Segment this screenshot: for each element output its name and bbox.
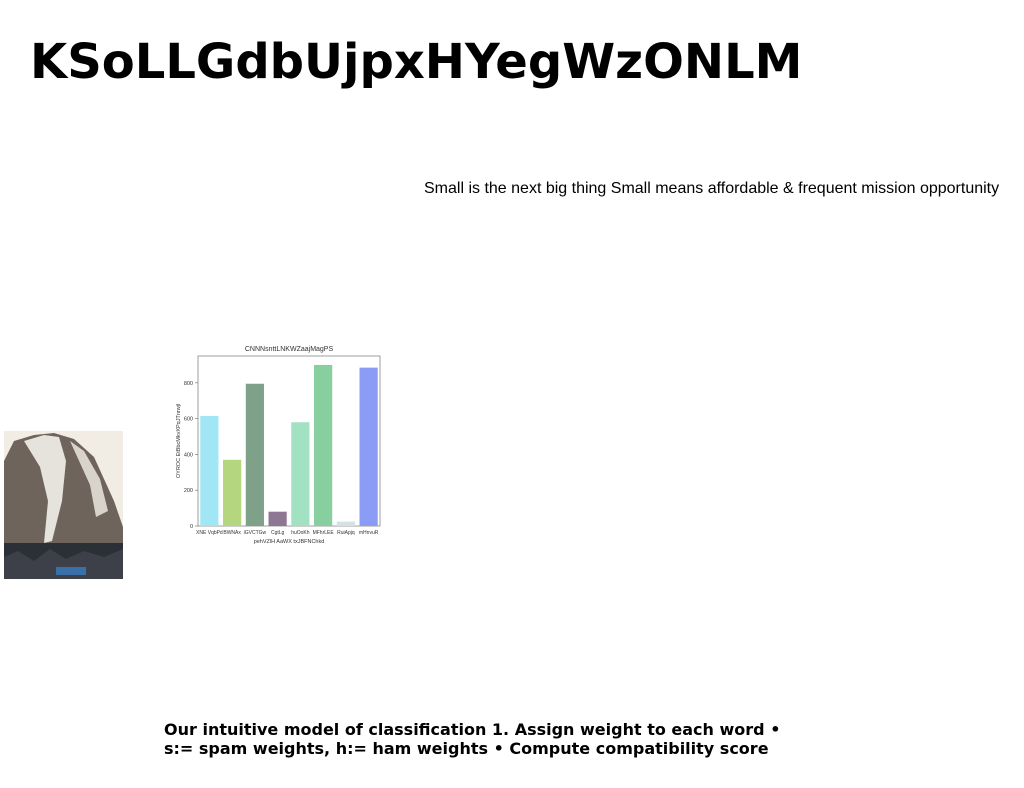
chart-bar [336, 521, 355, 526]
x-tick-label: BWNAx [223, 530, 241, 536]
tagline-text: Small is the next big thing Small means … [424, 180, 1000, 197]
chart-bar [223, 459, 242, 526]
mountain-photo-icon [4, 431, 123, 579]
y-tick-label: 400 [184, 452, 193, 458]
y-tick-label: 800 [184, 381, 193, 387]
x-tick-label: mHnvuR [359, 530, 379, 536]
y-axis-label: OYROC EtBbcMkvXPqJTnrwjl [176, 404, 182, 478]
chart-bar [291, 422, 310, 526]
chart-title: CNNNsnttLNKWZaajMagPS [245, 346, 334, 353]
chart-bar [314, 364, 333, 526]
x-tick-label: XNE VqbPd [196, 530, 223, 536]
y-tick-label: 600 [184, 417, 193, 423]
chart-bar [200, 415, 219, 526]
x-tick-label: iGVCTGw [244, 530, 267, 536]
y-tick-label: 0 [190, 524, 193, 530]
x-tick-label: MFhrLEE [313, 530, 335, 536]
x-tick-label: RuiApjq [337, 530, 355, 536]
bar-chart: CNNNsnttLNKWZaajMagPS 0 200 400 600 800 OYROC … [176, 346, 381, 545]
x-tick-label: huOoKh [291, 530, 310, 536]
photo-water [56, 567, 86, 575]
chart-bar [359, 367, 378, 526]
x-tick-label: CgtLg [271, 530, 285, 536]
y-tick-label: 200 [184, 488, 193, 494]
caption-text: Our intuitive model of classification 1.… [164, 720, 781, 758]
chart-bar [245, 383, 264, 526]
x-axis-label: pehVZlH AaWX txJBFNChkd [254, 539, 325, 545]
page-title: KSoLLGdbUjpxHYegWzONLM [30, 34, 803, 90]
chart-bar [268, 511, 287, 526]
